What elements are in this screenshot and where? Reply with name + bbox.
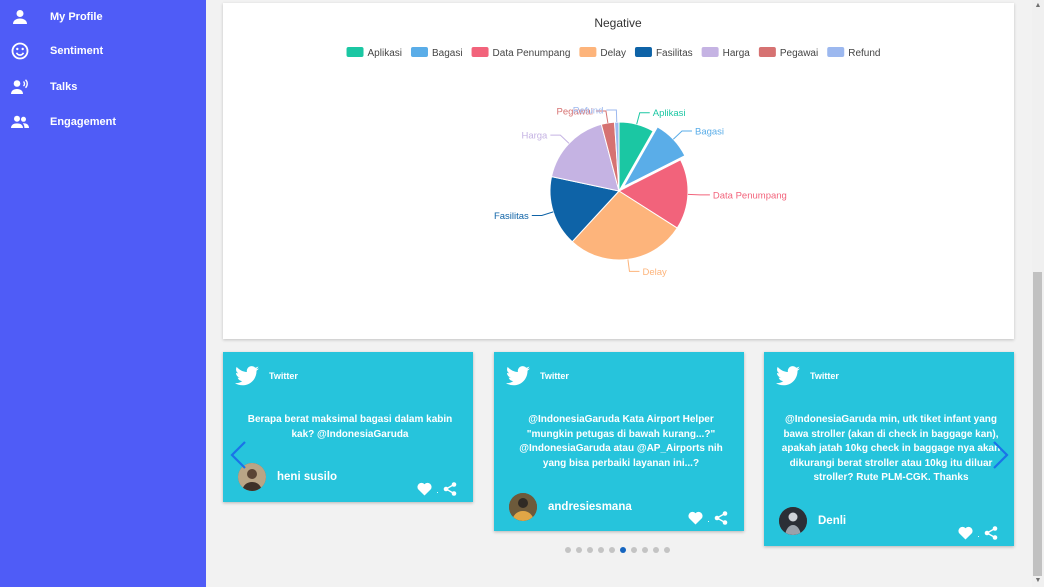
smiley-icon: [10, 41, 30, 61]
legend-label: Pegawai: [780, 48, 818, 59]
legend-item-harga[interactable]: Harga: [701, 47, 751, 59]
carousel-dot[interactable]: [565, 547, 571, 553]
legend-swatch: [471, 47, 489, 57]
legend-swatch: [579, 47, 597, 57]
legend-label: Aplikasi: [368, 48, 402, 59]
tweet-card[interactable]: Twitter Berapa berat maksimal bagasi dal…: [223, 352, 473, 502]
legend-label: Refund: [848, 48, 880, 59]
legend-swatch: [758, 47, 776, 57]
legend-swatch: [410, 47, 428, 57]
legend-label: Fasilitas: [656, 48, 693, 59]
sidebar-item-talks[interactable]: Talks: [0, 70, 206, 104]
heart-icon[interactable]: [417, 482, 432, 501]
sidebar-item-label: Sentiment: [50, 45, 104, 57]
legend-item-pegawai[interactable]: Pegawai: [758, 47, 818, 59]
twitter-bird-icon: [776, 366, 800, 391]
share-icon[interactable]: [443, 482, 457, 501]
person-icon: [10, 7, 30, 27]
legend-label: Delay: [600, 48, 626, 59]
tweet-actions: ·: [688, 511, 728, 530]
talks-icon: [10, 77, 30, 97]
tweet-card[interactable]: Twitter @IndonesiaGaruda min, utk tiket …: [764, 352, 1014, 546]
carousel-dot[interactable]: [576, 547, 582, 553]
tweet-text: @IndonesiaGaruda min, utk tiket infant y…: [781, 414, 1001, 483]
tweet-text: Berapa berat maksimal bagasi dalam kabin…: [247, 414, 453, 440]
avatar[interactable]: [509, 493, 537, 521]
carousel-dot[interactable]: [587, 547, 593, 553]
pie-leader-line: [636, 112, 650, 125]
chart-title: Negative: [594, 16, 642, 30]
pie-label-data-penumpang: Data Penumpang: [713, 190, 787, 201]
pie-leader-line: [627, 259, 640, 272]
share-icon[interactable]: [714, 511, 728, 530]
legend-swatch: [634, 47, 652, 57]
legend-label: Bagasi: [432, 48, 463, 59]
legend-label: Data Penumpang: [493, 48, 571, 59]
chevron-left-icon[interactable]: [229, 440, 247, 475]
pie-leader-line: [687, 193, 710, 196]
tweet-actions: ·: [958, 526, 998, 545]
sidebar-item-label: Talks: [50, 81, 78, 93]
heart-icon[interactable]: [688, 511, 703, 530]
legend-item-aplikasi[interactable]: Aplikasi: [346, 47, 402, 59]
avatar[interactable]: [779, 507, 807, 535]
pie-label-delay: Delay: [642, 267, 667, 278]
tweet-user[interactable]: Denli: [818, 515, 846, 527]
pie-leader-line: [672, 130, 692, 140]
scrollbar-thumb[interactable]: [1033, 272, 1042, 576]
chart-legend: Aplikasi Bagasi Data Penumpang Delay Fasilit…: [346, 47, 880, 59]
carousel-dot[interactable]: [598, 547, 604, 553]
carousel-dot[interactable]: [631, 547, 637, 553]
tweet-source: Twitter: [269, 371, 298, 381]
carousel-indicators: [565, 547, 670, 553]
legend-swatch: [346, 47, 364, 57]
legend-item-fasilitas[interactable]: Fasilitas: [634, 47, 693, 59]
share-icon[interactable]: [984, 526, 998, 545]
pie-leader-line: [550, 134, 570, 144]
tweet-user[interactable]: heni susilo: [277, 471, 337, 483]
sidebar-item-engagement[interactable]: Engagement: [0, 105, 206, 139]
sidebar-item-my-profile[interactable]: My Profile: [0, 0, 206, 34]
legend-swatch: [827, 47, 845, 57]
negative-chart-card: Negative Aplikasi Bagasi Data Penumpang Del…: [223, 3, 1014, 339]
chevron-right-icon[interactable]: [992, 440, 1010, 475]
carousel-dot[interactable]: [642, 547, 648, 553]
sidebar: My Profile Sentiment Talks Engagement: [0, 0, 206, 587]
twitter-bird-icon: [235, 366, 259, 391]
tweet-text: @IndonesiaGaruda Kata Airport Helper "mu…: [519, 414, 723, 469]
pie-label-refund: Refund: [573, 106, 604, 117]
pie-label-fasilitas: Fasilitas: [494, 211, 529, 222]
group-icon: [10, 112, 30, 132]
tweet-card[interactable]: Twitter @IndonesiaGaruda Kata Airport He…: [494, 352, 744, 531]
legend-item-refund[interactable]: Refund: [827, 47, 880, 59]
carousel-dot[interactable]: [653, 547, 659, 553]
tweet-user[interactable]: andresiesmana: [548, 501, 632, 513]
tweet-source: Twitter: [810, 371, 839, 381]
tweet-actions: ·: [417, 482, 457, 501]
pie-label-aplikasi: Aplikasi: [653, 108, 686, 119]
legend-item-data-penumpang[interactable]: Data Penumpang: [471, 47, 571, 59]
pie-slices: [549, 121, 689, 261]
sidebar-item-label: Engagement: [50, 116, 117, 128]
tweet-source: Twitter: [540, 371, 569, 381]
heart-icon[interactable]: [958, 526, 973, 545]
scroll-down-button[interactable]: ▼: [1033, 576, 1043, 586]
carousel-dot[interactable]: [620, 547, 626, 553]
scroll-up-button[interactable]: ▲: [1033, 1, 1043, 11]
pie-label-bagasi: Bagasi: [695, 126, 724, 137]
legend-swatch: [701, 47, 719, 57]
legend-item-delay[interactable]: Delay: [579, 47, 626, 59]
pie-label-harga: Harga: [521, 131, 548, 142]
pie-leader-line: [531, 211, 554, 217]
pie-chart: Negative Aplikasi Bagasi Data Penumpang Del…: [346, 16, 880, 278]
legend-label: Harga: [723, 48, 751, 59]
sidebar-item-label: My Profile: [50, 11, 103, 23]
twitter-bird-icon: [506, 366, 530, 391]
carousel-dot[interactable]: [609, 547, 615, 553]
sidebar-item-sentiment[interactable]: Sentiment: [0, 34, 206, 68]
carousel-dot[interactable]: [664, 547, 670, 553]
legend-item-bagasi[interactable]: Bagasi: [410, 47, 463, 59]
